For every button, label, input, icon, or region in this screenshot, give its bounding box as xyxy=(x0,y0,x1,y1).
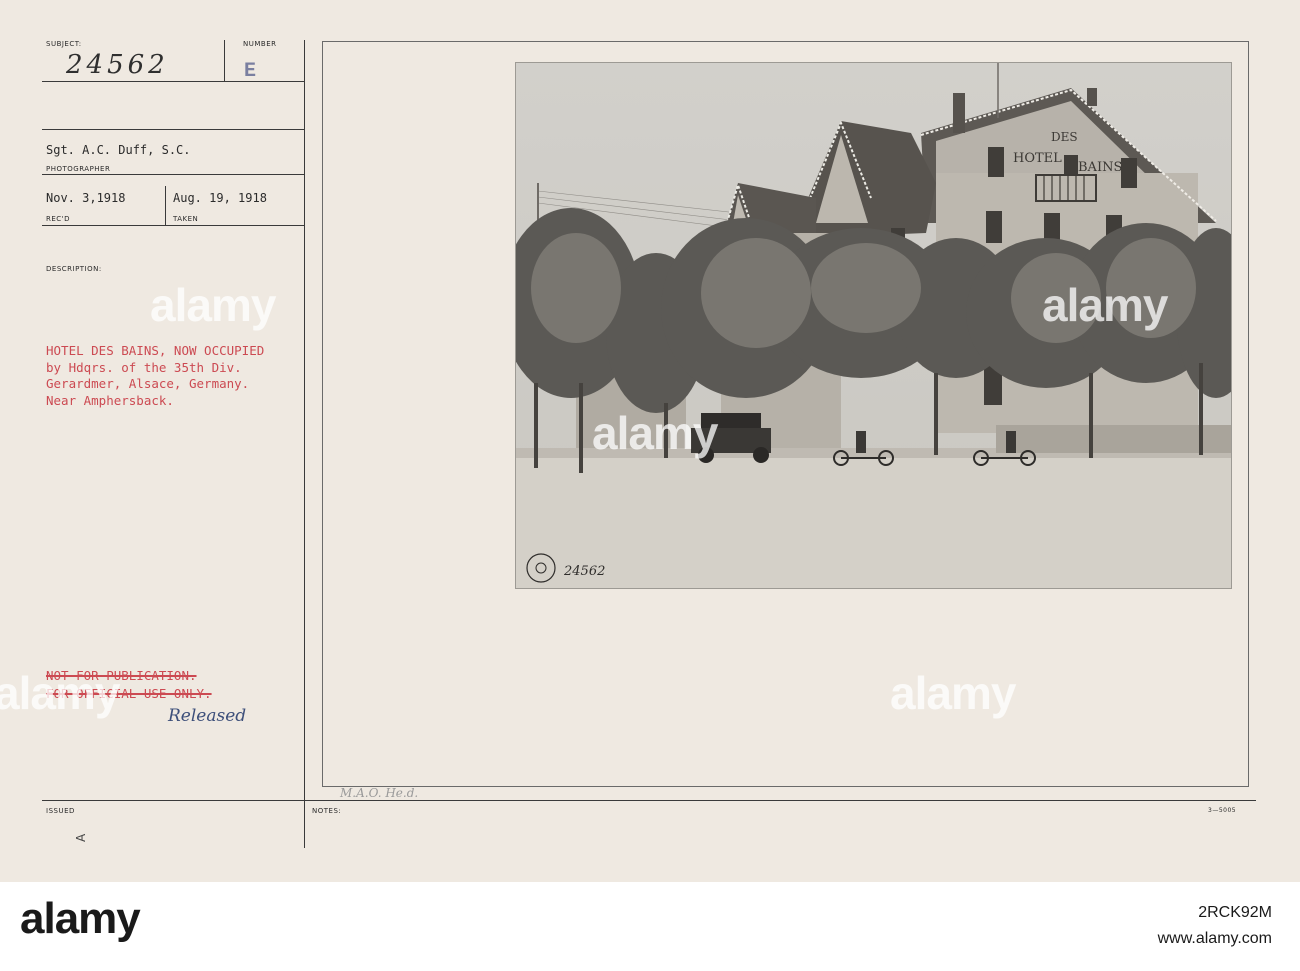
site-url: www.alamy.com xyxy=(1157,930,1272,947)
description-line: HOTEL DES BAINS, NOW OCCUPIED xyxy=(46,343,265,358)
divider xyxy=(224,40,225,82)
issued-mark-text: A xyxy=(74,833,88,842)
photographer-label: PHOTOGRAPHER xyxy=(46,165,111,173)
description-line: Near Amphersback. xyxy=(46,392,174,408)
number-value: E xyxy=(244,60,257,83)
archive-card: SUBJECT: 24562 NUMBER E Sgt. A.C. Duff, … xyxy=(0,0,1300,882)
description-block: HOTEL DES BAINS, NOW OCCUPIED by Hdqrs. … xyxy=(46,343,264,409)
taken-date: Aug. 19, 1918 xyxy=(173,191,267,205)
taken-label: TAKEN xyxy=(173,215,199,223)
issued-label: ISSUED xyxy=(46,807,75,815)
form-number: 3—5005 xyxy=(1208,807,1237,814)
divider xyxy=(42,225,304,226)
image-id: 2RCK92M xyxy=(1198,904,1272,921)
sign-des: DES xyxy=(1051,130,1078,144)
sign-bains: BAINS xyxy=(1078,160,1122,175)
watermark-logo: alamy xyxy=(592,407,718,459)
sign-hotel: HOTEL xyxy=(1013,151,1062,166)
description-label: DESCRIPTION: xyxy=(46,265,102,273)
notes-label: NOTES: xyxy=(312,807,342,815)
notes-handwriting: M.A.O. He.d. xyxy=(340,786,419,800)
watermark-logo: alamy xyxy=(1042,279,1168,331)
watermark-logo: alamy xyxy=(0,667,120,719)
watermark-logo: alamy xyxy=(890,667,1016,719)
divider xyxy=(42,174,304,175)
stock-footer: alamy 2RCK92M www.alamy.com xyxy=(0,882,1300,971)
subject-label: SUBJECT: xyxy=(46,40,82,48)
number-label: NUMBER xyxy=(243,40,277,48)
divider xyxy=(42,800,1256,801)
divider xyxy=(42,81,304,82)
photographer-name: Sgt. A.C. Duff, S.C. xyxy=(46,143,191,157)
issued-mark: A xyxy=(70,828,88,842)
photo-number: 24562 xyxy=(563,564,605,579)
watermark-logo: alamy xyxy=(150,279,276,331)
divider xyxy=(42,129,304,130)
description-line: by Hdqrs. of the 35th Div. xyxy=(46,359,242,375)
alamy-logo: alamy xyxy=(20,894,141,943)
subject-number: 24562 xyxy=(66,50,169,80)
description-line: Gerardmer, Alsace, Germany. xyxy=(46,376,250,391)
divider xyxy=(165,186,166,226)
released-note: Released xyxy=(168,706,247,726)
received-label: REC'D xyxy=(46,215,70,223)
divider xyxy=(304,40,305,848)
received-date: Nov. 3,1918 xyxy=(46,191,126,205)
